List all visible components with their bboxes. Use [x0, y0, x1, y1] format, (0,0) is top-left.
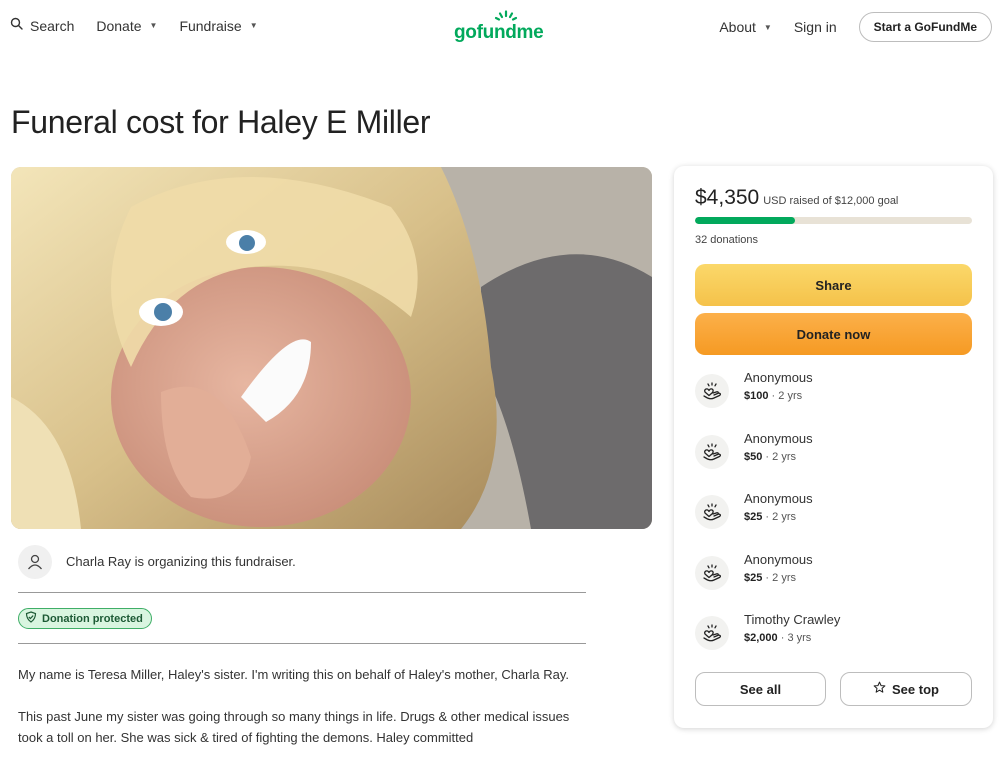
donate-menu[interactable]: Donate ▼	[96, 18, 157, 34]
donor-amount: $50	[744, 451, 763, 463]
donor-meta: $50 · 2 yrs	[744, 451, 796, 463]
see-all-button[interactable]: See all	[695, 672, 826, 706]
donor-meta: $100 · 2 yrs	[744, 390, 803, 402]
search-icon	[10, 17, 24, 34]
donor-hand-heart-icon	[695, 435, 729, 469]
donor-amount: $2,000	[744, 632, 778, 644]
donation-protected-badge[interactable]: Donation protected	[18, 608, 152, 629]
donor-time: 3 yrs	[787, 632, 812, 644]
donate-menu-label: Donate	[96, 17, 142, 34]
organizer-text: Charla Ray is organizing this fundraiser…	[66, 554, 296, 569]
top-nav: Search Donate ▼ Fundraise ▼ gofundme Abo…	[0, 0, 1000, 54]
sign-in-link[interactable]: Sign in	[794, 19, 837, 35]
chevron-down-icon: ▼	[249, 21, 258, 30]
donor-name: Anonymous	[744, 491, 813, 506]
raised-amount: $4,350	[695, 186, 760, 209]
donation-list-item: Anonymous $25 · 2 yrs	[695, 552, 972, 600]
donation-card: $4,350 USD raised of $12,000 goal 32 don…	[674, 166, 993, 728]
donor-hand-heart-icon	[695, 374, 729, 408]
donor-time: 2 yrs	[772, 451, 796, 463]
star-icon	[873, 681, 886, 697]
donor-name: Anonymous	[744, 431, 813, 446]
donor-name: Timothy Crawley	[744, 612, 841, 627]
share-button[interactable]: Share	[695, 264, 972, 306]
about-menu-label: About	[719, 19, 756, 35]
donor-meta: $2,000 · 3 yrs	[744, 632, 812, 644]
donor-hand-heart-icon	[695, 556, 729, 590]
donor-time: 2 yrs	[772, 511, 796, 523]
see-all-label: See all	[739, 681, 782, 697]
donor-name: Anonymous	[744, 370, 813, 385]
donor-amount: $25	[744, 511, 763, 523]
page-title: Funeral cost for Haley E Miller	[11, 104, 431, 140]
start-gofundme-button[interactable]: Start a GoFundMe	[858, 12, 992, 42]
gofundme-logo[interactable]: gofundme	[454, 10, 550, 44]
protected-row: Donation protected	[18, 594, 586, 644]
fundraise-menu[interactable]: Fundraise ▼	[179, 18, 257, 34]
donor-hand-heart-icon	[695, 616, 729, 650]
campaign-photo-illustration	[11, 167, 652, 529]
shield-check-icon	[25, 611, 37, 626]
search-button[interactable]: Search	[10, 17, 74, 34]
chevron-down-icon: ▼	[149, 21, 158, 30]
donation-protected-label: Donation protected	[42, 612, 143, 625]
donate-now-button[interactable]: Donate now	[695, 313, 972, 355]
donation-list-item: Anonymous $50 · 2 yrs	[695, 431, 972, 479]
about-menu[interactable]: About ▼	[719, 19, 772, 35]
raised-summary: $4,350 USD raised of $12,000 goal	[695, 186, 898, 210]
donor-meta: $25 · 2 yrs	[744, 572, 796, 584]
fundraise-menu-label: Fundraise	[179, 17, 242, 34]
donor-amount: $25	[744, 572, 763, 584]
see-top-label: See top	[892, 681, 939, 697]
donation-list-item: Timothy Crawley $2,000 · 3 yrs	[695, 612, 972, 660]
donation-list-item: Anonymous $100 · 2 yrs	[695, 370, 972, 418]
story-paragraph: My name is Teresa Miller, Haley's sister…	[18, 667, 570, 682]
donor-hand-heart-icon	[695, 495, 729, 529]
sign-in-label: Sign in	[793, 19, 837, 35]
nav-left: Search Donate ▼ Fundraise ▼	[10, 17, 258, 34]
organizer-row: Charla Ray is organizing this fundraiser…	[18, 545, 586, 593]
story-paragraph: This past June my sister was going throu…	[18, 709, 570, 745]
progress-fill	[695, 217, 796, 224]
chevron-down-icon: ▼	[763, 22, 772, 32]
donor-time: 2 yrs	[778, 390, 803, 402]
campaign-story: My name is Teresa Miller, Haley's sister…	[18, 664, 584, 758]
nav-right: About ▼ Sign in Start a GoFundMe	[719, 12, 992, 42]
campaign-photo[interactable]	[11, 167, 652, 529]
donation-count: 32 donations	[695, 234, 758, 246]
raised-goal-text: USD raised of $12,000 goal	[763, 195, 899, 207]
search-label: Search	[30, 17, 75, 34]
donor-meta: $25 · 2 yrs	[744, 511, 796, 523]
person-icon	[18, 545, 52, 579]
progress-bar	[695, 217, 972, 224]
donation-list-item: Anonymous $25 · 2 yrs	[695, 491, 972, 539]
donor-time: 2 yrs	[772, 572, 796, 584]
donor-amount: $100	[744, 390, 769, 402]
see-top-button[interactable]: See top	[840, 672, 972, 706]
donor-name: Anonymous	[744, 552, 813, 567]
logo-text: gofundme	[454, 22, 544, 43]
